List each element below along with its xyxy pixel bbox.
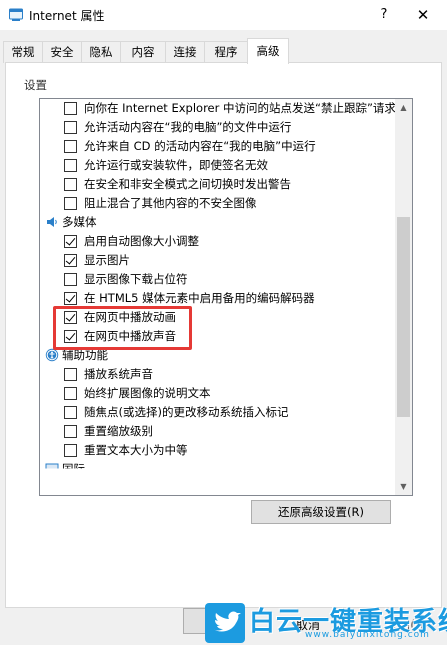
tab-strip: 常规 安全 隐私 内容 连接 程序 高级 [0, 38, 447, 64]
list-item-label: 播放系统声音 [84, 367, 153, 381]
international-icon [45, 463, 59, 469]
list-item-label: 阻止混合了其他内容的不安全图像 [84, 196, 257, 210]
list-item-label: 重置缩放级别 [84, 424, 153, 438]
watermark-url: www.baiyunxitong.com [305, 630, 430, 640]
category-multimedia: 多媒体 [40, 213, 395, 232]
category-label: 国际 [62, 462, 85, 476]
list-item[interactable]: 始终扩展图像的说明文本 [40, 384, 395, 403]
checkbox[interactable] [64, 102, 77, 115]
list-item[interactable]: 向你在 Internet Explorer 中访问的站点发送“禁止跟踪”请求* [40, 99, 402, 118]
tab-connections[interactable]: 连接 [165, 41, 205, 63]
list-item-label: 始终扩展图像的说明文本 [84, 386, 211, 400]
checkbox[interactable] [64, 254, 77, 267]
checkbox[interactable] [64, 197, 77, 210]
list-item[interactable]: 显示图像下载占位符 [40, 270, 395, 289]
list-item[interactable]: 允许活动内容在“我的电脑”的文件中运行 [40, 118, 395, 137]
list-item[interactable]: 允许来自 CD 的活动内容在“我的电脑”中运行 [40, 137, 395, 156]
restore-advanced-settings-button[interactable]: 还原高级设置(R) [251, 500, 391, 524]
list-item[interactable]: 在安全和非安全模式之间切换时发出警告 [40, 175, 395, 194]
checkbox[interactable] [64, 178, 77, 191]
list-item-label: 随焦点(或选择)的更改移动系统插入标记 [84, 405, 289, 419]
settings-list[interactable]: 向你在 Internet Explorer 中访问的站点发送“禁止跟踪”请求* … [39, 98, 413, 496]
tab-general[interactable]: 常规 [3, 41, 43, 63]
list-item[interactable]: 随焦点(或选择)的更改移动系统插入标记 [40, 403, 395, 422]
list-item-label: 重置文本大小为中等 [84, 443, 188, 457]
tab-programs[interactable]: 程序 [204, 41, 248, 63]
tab-privacy[interactable]: 隐私 [81, 41, 121, 63]
tab-advanced[interactable]: 高级 [247, 38, 289, 64]
checkbox[interactable] [64, 140, 77, 153]
checkbox[interactable] [64, 235, 77, 248]
internet-options-icon [9, 8, 23, 21]
title-bar: Internet 属性 ? ✕ [0, 0, 447, 30]
checkbox[interactable] [64, 273, 77, 286]
checkbox[interactable] [64, 406, 77, 419]
accessibility-icon [45, 348, 59, 362]
checkbox[interactable] [64, 387, 77, 400]
checkbox[interactable] [64, 425, 77, 438]
list-item[interactable]: 播放系统声音 [40, 365, 395, 384]
scrollbar-thumb[interactable] [397, 217, 410, 417]
settings-group-label: 设置 [24, 78, 47, 92]
list-item[interactable]: 重置文本大小为中等 [40, 441, 395, 460]
list-item[interactable]: 显示图片 [40, 251, 395, 270]
list-item[interactable]: 启用自动图像大小调整 [40, 232, 395, 251]
checkbox[interactable] [64, 121, 77, 134]
help-button[interactable]: ? [372, 4, 396, 26]
window-title: Internet 属性 [29, 9, 105, 23]
list-item-label: 在 HTML5 媒体元素中启用备用的编码解码器 [84, 291, 315, 305]
highlight-annotation [53, 306, 192, 350]
scroll-down-arrow-icon[interactable]: ▼ [395, 478, 412, 495]
category-label: 多媒体 [62, 215, 97, 229]
list-item[interactable]: 阻止混合了其他内容的不安全图像 [40, 194, 395, 213]
list-item-label: 显示图片 [84, 253, 130, 267]
list-item[interactable]: 重置缩放级别 [40, 422, 395, 441]
list-item-label: 显示图像下载占位符 [84, 272, 188, 286]
list-item-label: 向你在 Internet Explorer 中访问的站点发送“禁止跟踪”请求* [84, 101, 402, 115]
checkbox[interactable] [64, 292, 77, 305]
bird-logo-icon [205, 603, 245, 643]
watermark: 白云一键重装系统 www.baiyunxitong.com [205, 600, 447, 645]
checkbox[interactable] [64, 444, 77, 457]
list-item-label: 允许活动内容在“我的电脑”的文件中运行 [84, 120, 292, 134]
list-item[interactable]: 允许运行或安装软件，即使签名无效 [40, 156, 395, 175]
list-item-label: 在安全和非安全模式之间切换时发出警告 [84, 177, 291, 191]
tab-security[interactable]: 安全 [42, 41, 82, 63]
tab-content[interactable]: 内容 [120, 41, 166, 63]
checkbox[interactable] [64, 159, 77, 172]
list-item-label: 启用自动图像大小调整 [84, 234, 199, 248]
list-item-label: 允许运行或安装软件，即使签名无效 [84, 158, 268, 172]
vertical-scrollbar[interactable]: ▲ ▼ [395, 99, 412, 495]
list-item-label: 允许来自 CD 的活动内容在“我的电脑”中运行 [84, 139, 316, 153]
multimedia-icon [47, 217, 57, 227]
scroll-up-arrow-icon[interactable]: ▲ [395, 99, 412, 116]
category-international: 国际 [40, 460, 395, 476]
checkbox[interactable] [64, 368, 77, 381]
close-button[interactable]: ✕ [399, 0, 447, 30]
